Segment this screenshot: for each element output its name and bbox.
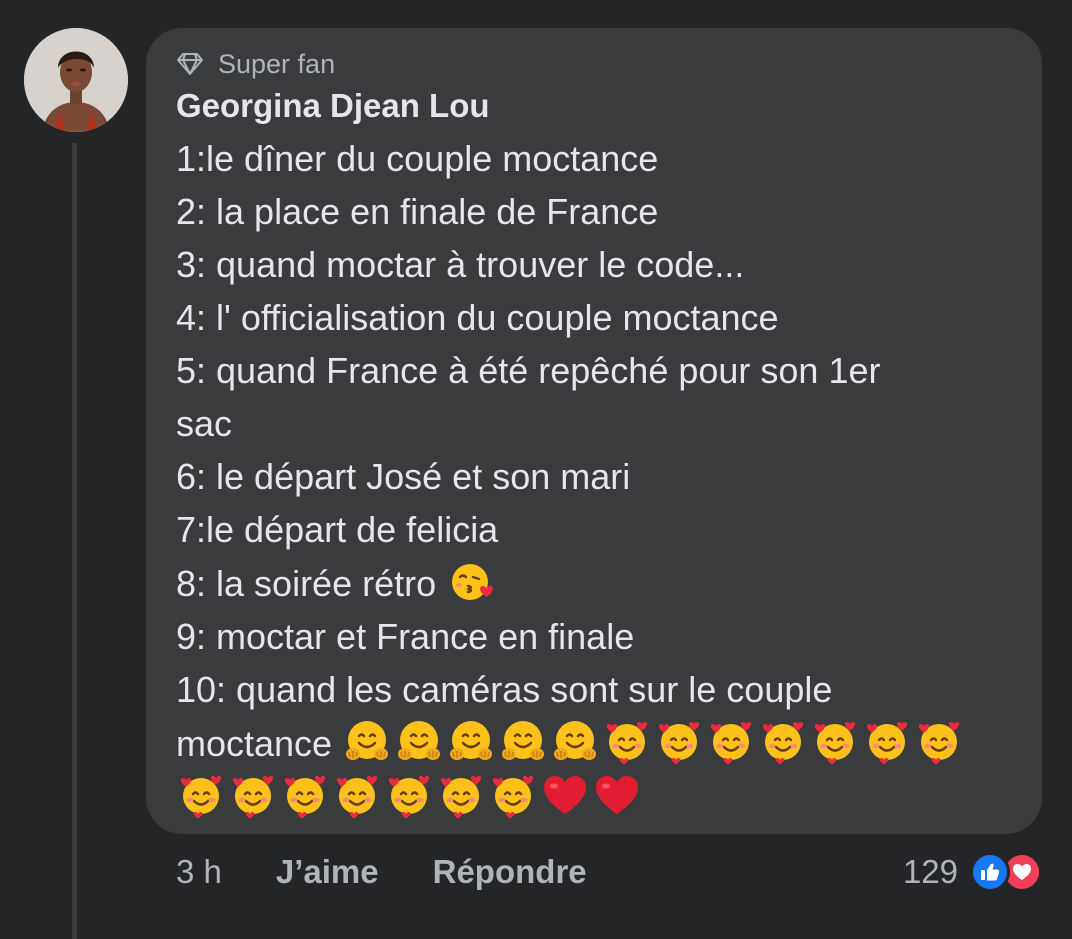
face-blowing-kiss-icon (446, 556, 496, 606)
hugging-face-icon (498, 716, 548, 766)
like-reaction-icon (970, 852, 1010, 892)
smiling-face-with-hearts-icon (758, 716, 808, 766)
comment-line: sac (176, 403, 233, 444)
comment-line: 3: quand moctar à trouver le code... (176, 244, 745, 285)
smiling-face-with-hearts-icon (810, 716, 860, 766)
red-heart-icon (540, 770, 590, 820)
comment-line: 4: l' officialisation du couple moctance (176, 297, 779, 338)
smiling-face-with-hearts-icon (280, 770, 330, 820)
timestamp[interactable]: 3 h (176, 853, 222, 891)
hugging-face-icon (394, 716, 444, 766)
smiling-face-with-hearts-icon (436, 770, 486, 820)
smiling-face-with-hearts-icon (654, 716, 704, 766)
author-name[interactable]: Georgina Djean Lou (176, 84, 490, 128)
comment-line (176, 770, 1016, 824)
hugging-face-icon (342, 716, 392, 766)
comment-line: 7:le départ de felicia (176, 509, 499, 550)
smiling-face-with-hearts-icon (332, 770, 382, 820)
smiling-face-with-hearts-icon (384, 770, 434, 820)
comment-actions: 3 h J’aime Répondre (176, 848, 587, 896)
badge-row: Super fan (176, 48, 335, 80)
comment-line: 8: la soirée rétro (176, 556, 1016, 610)
diamond-icon (177, 53, 203, 75)
comment-line: moctance (176, 716, 1016, 770)
reactions-summary[interactable]: 129 (903, 848, 1042, 896)
smiling-face-with-hearts-icon (176, 770, 226, 820)
comment-line: 6: le départ José et son mari (176, 456, 631, 497)
comment-line: 1:le dîner du couple moctance (176, 138, 659, 179)
like-button[interactable]: J’aime (276, 853, 379, 891)
hugging-face-icon (550, 716, 600, 766)
reply-button[interactable]: Répondre (433, 853, 587, 891)
smiling-face-with-hearts-icon (488, 770, 538, 820)
smiling-face-with-hearts-icon (602, 716, 652, 766)
smiling-face-with-hearts-icon (706, 716, 756, 766)
thread-line (72, 143, 77, 939)
smiling-face-with-hearts-icon (914, 716, 964, 766)
reaction-count: 129 (902, 853, 958, 890)
red-heart-icon (592, 770, 642, 820)
comment-line: 5: quand France à été repêché pour son 1… (176, 350, 881, 391)
smiling-face-with-hearts-icon (228, 770, 278, 820)
hugging-face-icon (446, 716, 496, 766)
comment-line: 9: moctar et France en finale (176, 616, 635, 657)
super-fan-badge: Super fan (218, 49, 336, 79)
avatar[interactable] (24, 28, 128, 132)
comment-line: 10: quand les caméras sont sur le couple (176, 669, 833, 710)
comment-line: 2: la place en finale de France (176, 191, 659, 232)
smiling-face-with-hearts-icon (862, 716, 912, 766)
comment-text: 1:le dîner du couple moctance 2: la plac… (176, 132, 1016, 824)
